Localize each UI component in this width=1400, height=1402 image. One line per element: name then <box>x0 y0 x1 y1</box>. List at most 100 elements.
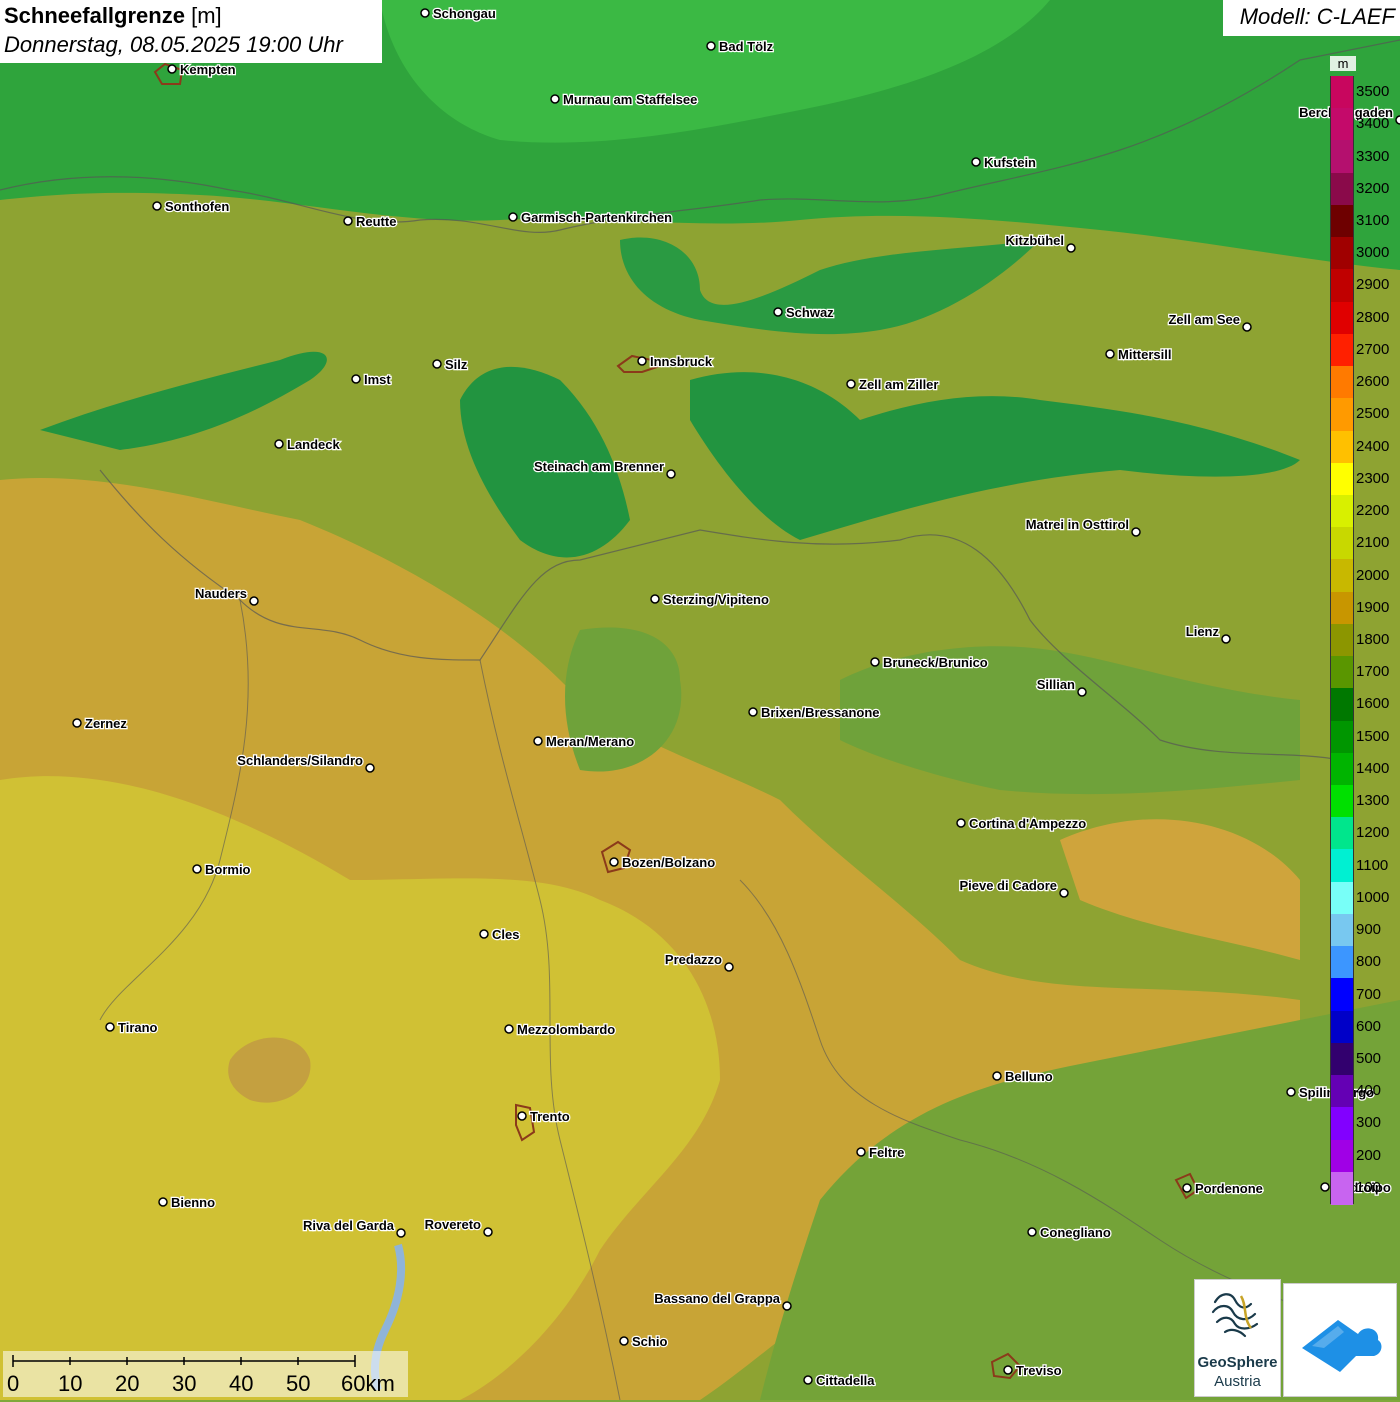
city-label[interactable]: Matrei in Osttirol <box>1024 516 1130 534</box>
city-dot[interactable] <box>1027 1227 1037 1237</box>
app-logo[interactable] <box>1283 1283 1397 1397</box>
city-dot[interactable] <box>1182 1183 1192 1193</box>
city-label[interactable]: Schongau <box>432 5 497 23</box>
city-label[interactable]: Bormio <box>204 861 252 879</box>
city-label[interactable]: Bassano del Grappa <box>653 1290 782 1308</box>
city-marker[interactable]: Sterzing/Vipiteno <box>650 591 770 609</box>
city-dot[interactable] <box>1286 1087 1296 1097</box>
city-label[interactable]: Nauders <box>194 585 249 603</box>
city-dot[interactable] <box>167 64 177 74</box>
city-label[interactable]: Brixen/Bressanone <box>760 704 881 722</box>
city-dot[interactable] <box>748 707 758 717</box>
city-dot[interactable] <box>846 379 856 389</box>
city-marker[interactable]: Bruneck/Brunico <box>870 654 989 672</box>
city-dot[interactable] <box>343 216 353 226</box>
city-label[interactable]: Rovereto <box>423 1216 482 1234</box>
city-dot[interactable] <box>637 356 647 366</box>
city-label[interactable]: Kufstein <box>983 154 1038 172</box>
city-marker[interactable]: Innsbruck <box>637 353 714 371</box>
city-label[interactable]: Pordenone <box>1194 1180 1264 1198</box>
city-label[interactable]: Kitzbühel <box>1004 232 1065 250</box>
city-dot[interactable] <box>773 307 783 317</box>
city-label[interactable]: Zell am Ziller <box>858 376 940 394</box>
city-dot[interactable] <box>517 1111 527 1121</box>
city-dot[interactable] <box>72 718 82 728</box>
geosphere-logo[interactable]: GeoSphere Austria <box>1194 1279 1281 1397</box>
city-dot[interactable] <box>971 157 981 167</box>
city-label[interactable]: Schio <box>631 1333 669 1351</box>
city-dot[interactable] <box>420 8 430 18</box>
city-label[interactable]: Riva del Garda <box>302 1217 396 1235</box>
city-marker[interactable]: Conegliano <box>1027 1224 1112 1242</box>
city-label[interactable]: Schlanders/Silandro <box>236 752 364 770</box>
city-label[interactable]: Cortina d'Ampezzo <box>968 815 1088 833</box>
city-dot[interactable] <box>249 596 259 606</box>
city-label[interactable]: Reutte <box>355 213 398 231</box>
city-label[interactable]: Conegliano <box>1039 1224 1112 1242</box>
city-dot[interactable] <box>1320 1182 1330 1192</box>
city-label[interactable]: Mezzolombardo <box>516 1021 617 1039</box>
snowline-map[interactable]: Schongau Bad Tölz Kempten Murnau am Staffel… <box>0 0 1400 1400</box>
city-dot[interactable] <box>706 41 716 51</box>
city-label[interactable]: Imst <box>363 371 393 389</box>
city-dot[interactable] <box>856 1147 866 1157</box>
city-label[interactable]: Kempten <box>179 61 237 79</box>
city-dot[interactable] <box>479 929 489 939</box>
city-dot[interactable] <box>992 1071 1002 1081</box>
city-dot[interactable] <box>1242 322 1252 332</box>
city-label[interactable]: Cles <box>491 926 521 944</box>
city-marker[interactable]: Mezzolombardo <box>504 1021 617 1039</box>
city-label[interactable]: Meran/Merano <box>545 733 636 751</box>
city-label[interactable]: Steinach am Brenner <box>533 458 666 476</box>
city-dot[interactable] <box>1059 888 1069 898</box>
city-dot[interactable] <box>504 1024 514 1034</box>
city-label[interactable]: Bruneck/Brunico <box>882 654 989 672</box>
city-dot[interactable] <box>1395 115 1400 125</box>
city-marker[interactable]: Zell am Ziller <box>846 376 940 394</box>
city-dot[interactable] <box>1066 243 1076 253</box>
city-marker[interactable]: Cortina d'Ampezzo <box>956 815 1088 833</box>
city-marker[interactable]: Murnau am Staffelsee <box>550 91 699 109</box>
city-dot[interactable] <box>650 594 660 604</box>
city-dot[interactable] <box>1003 1365 1013 1375</box>
city-label[interactable]: Belluno <box>1004 1068 1054 1086</box>
city-dot[interactable] <box>396 1228 406 1238</box>
city-label[interactable]: Bienno <box>170 1194 217 1212</box>
city-dot[interactable] <box>365 763 375 773</box>
city-marker[interactable]: Pordenone <box>1182 1180 1264 1198</box>
city-marker[interactable]: Sonthofen <box>152 198 231 216</box>
city-label[interactable]: Murnau am Staffelsee <box>562 91 699 109</box>
city-label[interactable]: Sillian <box>1035 676 1076 694</box>
city-label[interactable]: Silz <box>444 356 469 374</box>
city-dot[interactable] <box>803 1375 813 1385</box>
city-label[interactable]: Sterzing/Vipiteno <box>662 591 770 609</box>
city-dot[interactable] <box>105 1022 115 1032</box>
city-label[interactable]: Cittadella <box>815 1372 877 1390</box>
city-label[interactable]: Pieve di Cadore <box>958 877 1058 895</box>
city-dot[interactable] <box>956 818 966 828</box>
city-label[interactable]: Bozen/Bolzano <box>621 854 717 872</box>
city-label[interactable]: Landeck <box>286 436 342 454</box>
city-dot[interactable] <box>1131 527 1141 537</box>
city-label[interactable]: Schwaz <box>785 304 836 322</box>
city-label[interactable]: Feltre <box>868 1144 906 1162</box>
city-dot[interactable] <box>158 1197 168 1207</box>
city-label[interactable]: Lienz <box>1185 623 1221 641</box>
city-dot[interactable] <box>1105 349 1115 359</box>
city-dot[interactable] <box>351 374 361 384</box>
city-label[interactable]: Innsbruck <box>649 353 714 371</box>
city-dot[interactable] <box>192 864 202 874</box>
city-dot[interactable] <box>870 657 880 667</box>
city-dot[interactable] <box>666 469 676 479</box>
city-label[interactable]: Garmisch-Partenkirchen <box>520 209 674 227</box>
city-dot[interactable] <box>619 1336 629 1346</box>
city-label[interactable]: Zell am See <box>1167 311 1241 329</box>
city-label[interactable]: Treviso <box>1015 1362 1063 1380</box>
city-marker[interactable]: Meran/Merano <box>533 733 636 751</box>
city-label[interactable]: Sonthofen <box>164 198 231 216</box>
city-marker[interactable]: Bozen/Bolzano <box>609 854 717 872</box>
city-label[interactable]: Mittersill <box>1117 346 1173 364</box>
city-dot[interactable] <box>483 1227 493 1237</box>
city-dot[interactable] <box>782 1301 792 1311</box>
city-dot[interactable] <box>550 94 560 104</box>
